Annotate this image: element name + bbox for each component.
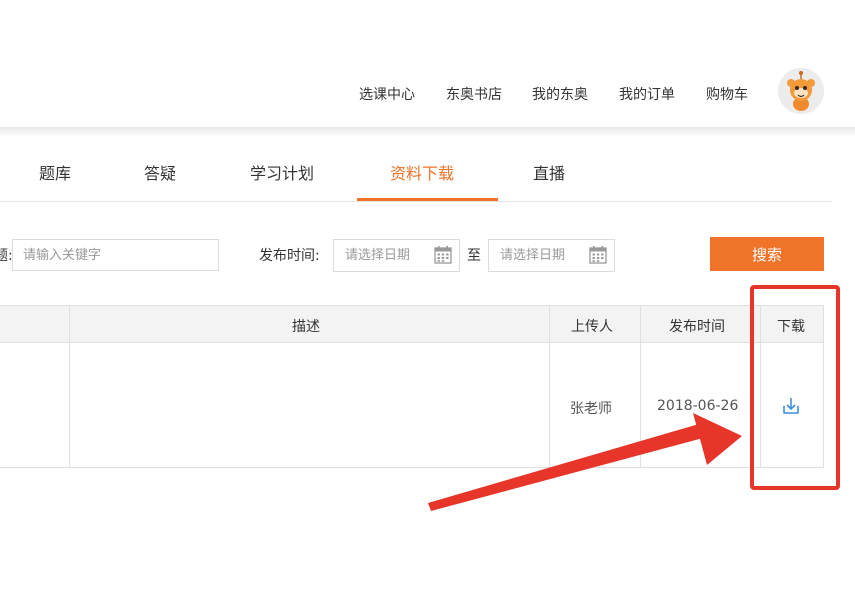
nav-my-orders[interactable]: 我的订单 — [619, 84, 675, 104]
start-date-input[interactable] — [334, 240, 429, 271]
downloads-table: 描述 上传人 发布时间 下载 张老师 2018-06-26 — [0, 305, 824, 468]
tab-downloads[interactable]: 资料下载 — [390, 160, 454, 184]
keyword-input[interactable] — [12, 239, 219, 271]
header-divider — [0, 127, 855, 137]
tab-question-bank[interactable]: 题库 — [39, 160, 71, 184]
tab-live[interactable]: 直播 — [533, 160, 565, 184]
nav-course-center[interactable]: 选课中心 — [359, 84, 415, 104]
header-description: 描述 — [292, 319, 320, 335]
nav-cart[interactable]: 购物车 — [706, 84, 748, 104]
column-divider — [640, 306, 641, 468]
publish-date-label: 发布时间: — [259, 248, 320, 264]
calendar-icon[interactable] — [588, 245, 608, 265]
column-divider — [69, 306, 70, 468]
tab-divider — [0, 201, 832, 202]
date-range-separator: 至 — [467, 248, 481, 264]
column-divider — [549, 306, 550, 468]
end-date-field[interactable] — [488, 239, 615, 272]
search-button[interactable]: 搜索 — [710, 237, 824, 271]
header-uploader: 上传人 — [571, 319, 613, 335]
avatar-mascot-icon — [778, 68, 824, 114]
tab-study-plan[interactable]: 学习计划 — [250, 160, 314, 184]
calendar-icon[interactable] — [433, 245, 453, 265]
avatar[interactable] — [778, 68, 824, 114]
end-date-input[interactable] — [489, 240, 584, 271]
row-publish-date: 2018-06-26 — [657, 398, 739, 414]
row-uploader: 张老师 — [570, 401, 612, 417]
keyword-label: 题: — [0, 248, 13, 264]
tab-qa[interactable]: 答疑 — [144, 160, 176, 184]
header-publish-date: 发布时间 — [669, 319, 725, 335]
start-date-field[interactable] — [333, 239, 460, 272]
highlight-box-annotation — [750, 285, 840, 490]
nav-bookstore[interactable]: 东奥书店 — [446, 84, 502, 104]
nav-my-dongao[interactable]: 我的东奥 — [532, 84, 588, 104]
